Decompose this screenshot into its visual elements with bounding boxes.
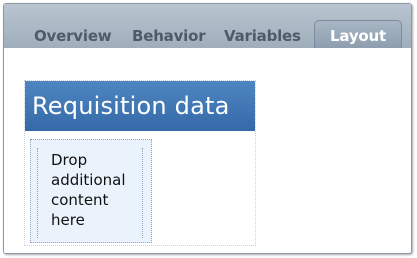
layout-canvas: Requisition data Drop additional content… [4, 52, 411, 253]
section-title[interactable]: Requisition data [25, 81, 255, 131]
editor-window: Overview Behavior Variables Layout Requi… [3, 3, 412, 254]
tab-behavior[interactable]: Behavior [132, 24, 206, 48]
dropzone-left-dots [37, 148, 44, 238]
drop-zone[interactable]: Drop additional content here [30, 139, 152, 243]
dropzone-right-dots [136, 148, 143, 238]
tab-overview[interactable]: Overview [34, 24, 112, 48]
requisition-data-section[interactable]: Requisition data Drop additional content… [24, 80, 256, 246]
tab-variables[interactable]: Variables [224, 24, 301, 48]
tab-bar: Overview Behavior Variables Layout [4, 4, 411, 50]
tab-layout[interactable]: Layout [314, 20, 402, 50]
